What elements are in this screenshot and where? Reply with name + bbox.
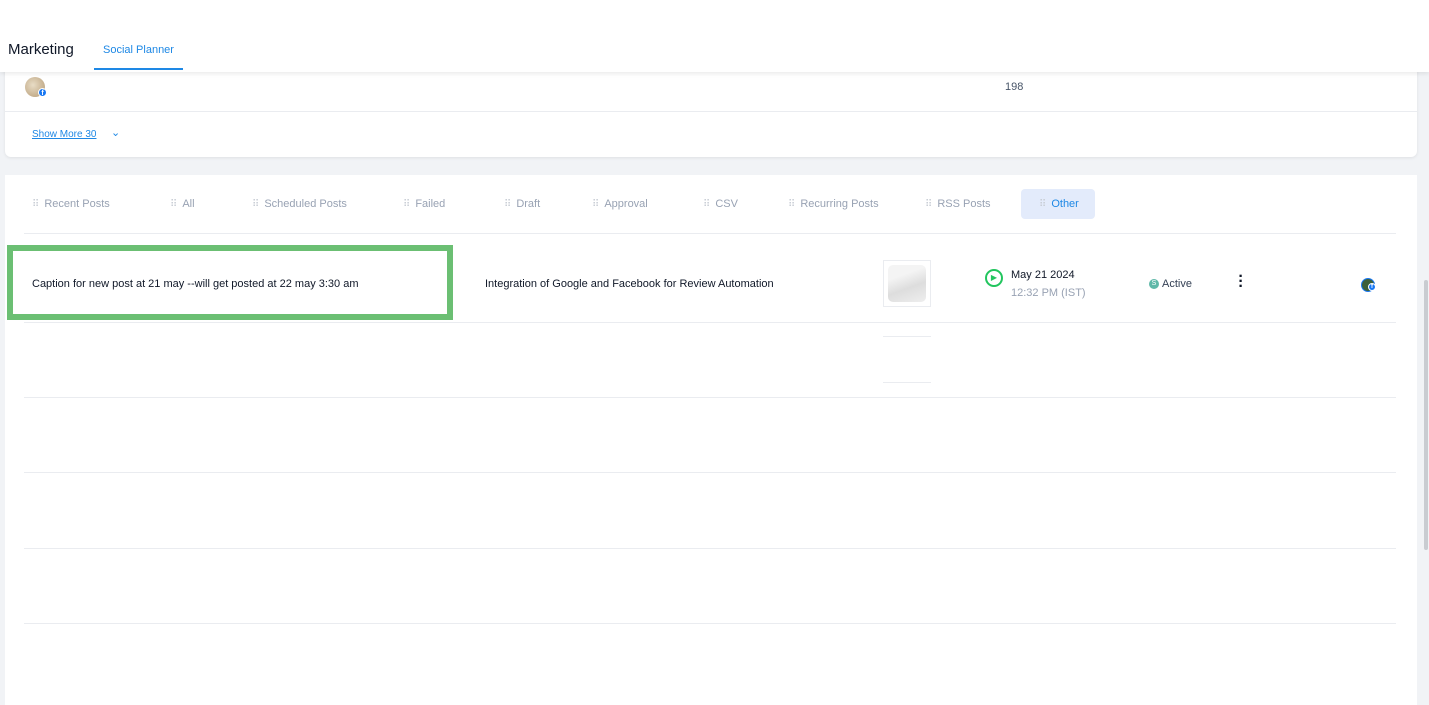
kebab-menu-icon[interactable]: · · ·: [1237, 269, 1245, 295]
row-divider: [24, 623, 1396, 624]
drag-handle-icon[interactable]: ⠿: [252, 199, 259, 210]
show-more-link[interactable]: Show More 30: [32, 129, 96, 140]
tab-label: Other: [1051, 198, 1079, 210]
divider: [24, 233, 1396, 234]
row-divider: [24, 472, 1396, 473]
post-count: 198: [1005, 81, 1024, 93]
play-circle-icon: ▶: [985, 269, 1003, 287]
tab-rss-posts[interactable]: ⠿ RSS Posts: [925, 197, 991, 211]
tab-label: CSV: [715, 198, 738, 210]
tab-label: Recurring Posts: [800, 198, 879, 210]
post-title[interactable]: Integration of Google and Facebook for R…: [485, 278, 774, 290]
status-badge: Active: [1162, 278, 1192, 290]
tab-all[interactable]: ⠿ All: [170, 197, 195, 211]
tab-label: Approval: [604, 198, 648, 210]
post-thumbnail[interactable]: [883, 260, 931, 307]
drag-handle-icon[interactable]: ⠿: [592, 199, 599, 210]
tab-label: Draft: [516, 198, 541, 210]
post-thumbnail-placeholder: [883, 336, 931, 383]
drag-handle-icon[interactable]: ⠿: [504, 199, 511, 210]
row-divider: [24, 548, 1396, 549]
tab-failed[interactable]: ⠿ Failed: [403, 197, 445, 211]
account-avatar: f: [25, 77, 47, 97]
drag-handle-icon[interactable]: ⠿: [1039, 199, 1046, 210]
accounts-card: f 198 Show More 30 ⌄: [5, 60, 1417, 157]
post-date: May 21 2024: [1011, 269, 1075, 281]
page-title: Marketing: [8, 41, 74, 58]
tab-label: RSS Posts: [937, 198, 991, 210]
scrollbar[interactable]: [1424, 280, 1428, 550]
drag-handle-icon[interactable]: ⠿: [788, 199, 795, 210]
drag-handle-icon[interactable]: ⠿: [403, 199, 410, 210]
drag-handle-icon[interactable]: ⠿: [170, 199, 177, 210]
tab-approval[interactable]: ⠿ Approval: [592, 197, 648, 211]
row-divider: [24, 322, 1396, 323]
tab-social-planner[interactable]: Social Planner: [94, 44, 183, 70]
top-bar: Marketing Social Planner: [0, 0, 1429, 72]
tab-csv[interactable]: ⠿ CSV: [703, 197, 738, 211]
drag-handle-icon[interactable]: ⠿: [925, 199, 932, 210]
posts-card: ⠿ Recent Posts ⠿ All ⠿ Scheduled Posts ⠿ Fai…: [5, 175, 1417, 705]
tab-label: All: [182, 198, 195, 210]
chevron-down-icon[interactable]: ⌄: [111, 126, 120, 139]
divider: [5, 111, 1417, 112]
tab-recurring-posts[interactable]: ⠿ Recurring Posts: [788, 197, 879, 211]
tab-draft[interactable]: ⠿ Draft: [504, 197, 540, 211]
post-time: 12:32 PM (IST): [1011, 287, 1086, 299]
tab-label: Scheduled Posts: [264, 198, 347, 210]
tab-label: Recent Posts: [44, 198, 110, 210]
post-caption[interactable]: Caption for new post at 21 may --will ge…: [32, 278, 359, 290]
drag-handle-icon[interactable]: ⠿: [703, 199, 710, 210]
facebook-avatar-icon: f: [1361, 278, 1376, 292]
drag-handle-icon[interactable]: ⠿: [32, 199, 39, 210]
facebook-icon: f: [38, 88, 47, 97]
tab-scheduled-posts[interactable]: ⠿ Scheduled Posts: [252, 197, 347, 211]
tab-label: Failed: [415, 198, 446, 210]
status-dot-icon: S: [1149, 279, 1159, 289]
tab-recent-posts[interactable]: ⠿ Recent Posts: [32, 197, 110, 211]
row-divider: [24, 397, 1396, 398]
tab-other[interactable]: ⠿ Other: [1021, 189, 1095, 219]
